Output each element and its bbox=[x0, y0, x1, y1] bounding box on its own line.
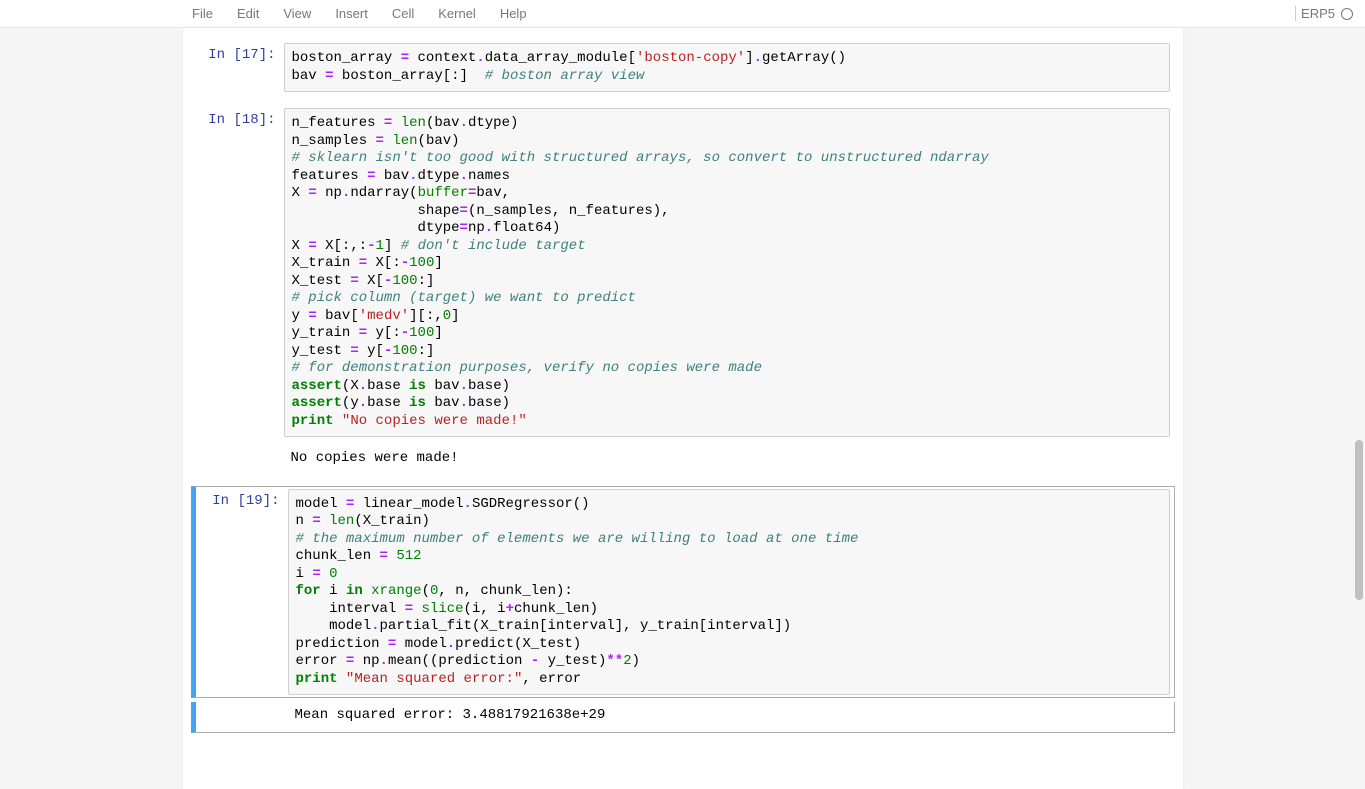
cell-17-code[interactable]: boston_array = context.data_array_module… bbox=[284, 43, 1170, 92]
menu-cell[interactable]: Cell bbox=[380, 6, 426, 21]
cell-17-prompt: In [17]: bbox=[192, 41, 284, 94]
cell-18: In [18]: n_features = len(bav.dtype) n_s… bbox=[183, 105, 1183, 476]
cell-19-output-text: Mean squared error: 3.48817921638e+29 bbox=[295, 707, 1163, 725]
cell-19-output-prompt bbox=[196, 702, 288, 732]
cell-18-input[interactable]: In [18]: n_features = len(bav.dtype) n_s… bbox=[191, 105, 1175, 440]
cell-18-output-prompt bbox=[192, 445, 284, 475]
menu-insert[interactable]: Insert bbox=[323, 6, 380, 21]
scrollbar-thumb[interactable] bbox=[1355, 440, 1363, 600]
notebook-container: In [17]: boston_array = context.data_arr… bbox=[183, 28, 1183, 789]
cell-17: In [17]: boston_array = context.data_arr… bbox=[183, 40, 1183, 95]
cell-19-input[interactable]: In [19]: model = linear_model.SGDRegress… bbox=[191, 486, 1175, 699]
cell-19-code[interactable]: model = linear_model.SGDRegressor() n = … bbox=[288, 489, 1170, 696]
cell-18-code[interactable]: n_features = len(bav.dtype) n_samples = … bbox=[284, 108, 1170, 437]
cell-18-output: No copies were made! bbox=[284, 445, 1170, 473]
menubar-left: File Edit View Insert Cell Kernel Help bbox=[12, 6, 539, 21]
cell-17-input[interactable]: In [17]: boston_array = context.data_arr… bbox=[191, 40, 1175, 95]
menu-help[interactable]: Help bbox=[488, 6, 539, 21]
cell-19-output: Mean squared error: 3.48817921638e+29 bbox=[288, 702, 1170, 730]
menubar-right: ERP5 bbox=[1295, 6, 1353, 21]
cell-19-prompt: In [19]: bbox=[196, 487, 288, 698]
cell-18-prompt: In [18]: bbox=[192, 106, 284, 439]
menubar: File Edit View Insert Cell Kernel Help E… bbox=[0, 0, 1365, 28]
cell-18-output-row: No copies were made! bbox=[191, 444, 1175, 476]
menu-edit[interactable]: Edit bbox=[225, 6, 271, 21]
cell-18-output-text: No copies were made! bbox=[291, 450, 1163, 468]
cell-19: In [19]: model = linear_model.SGDRegress… bbox=[183, 486, 1183, 733]
kernel-name[interactable]: ERP5 bbox=[1295, 6, 1339, 21]
cell-19-output-row: Mean squared error: 3.48817921638e+29 bbox=[191, 702, 1175, 733]
scrollbar-track[interactable] bbox=[1351, 0, 1363, 761]
menu-view[interactable]: View bbox=[271, 6, 323, 21]
menu-kernel[interactable]: Kernel bbox=[426, 6, 488, 21]
menu-file[interactable]: File bbox=[180, 6, 225, 21]
